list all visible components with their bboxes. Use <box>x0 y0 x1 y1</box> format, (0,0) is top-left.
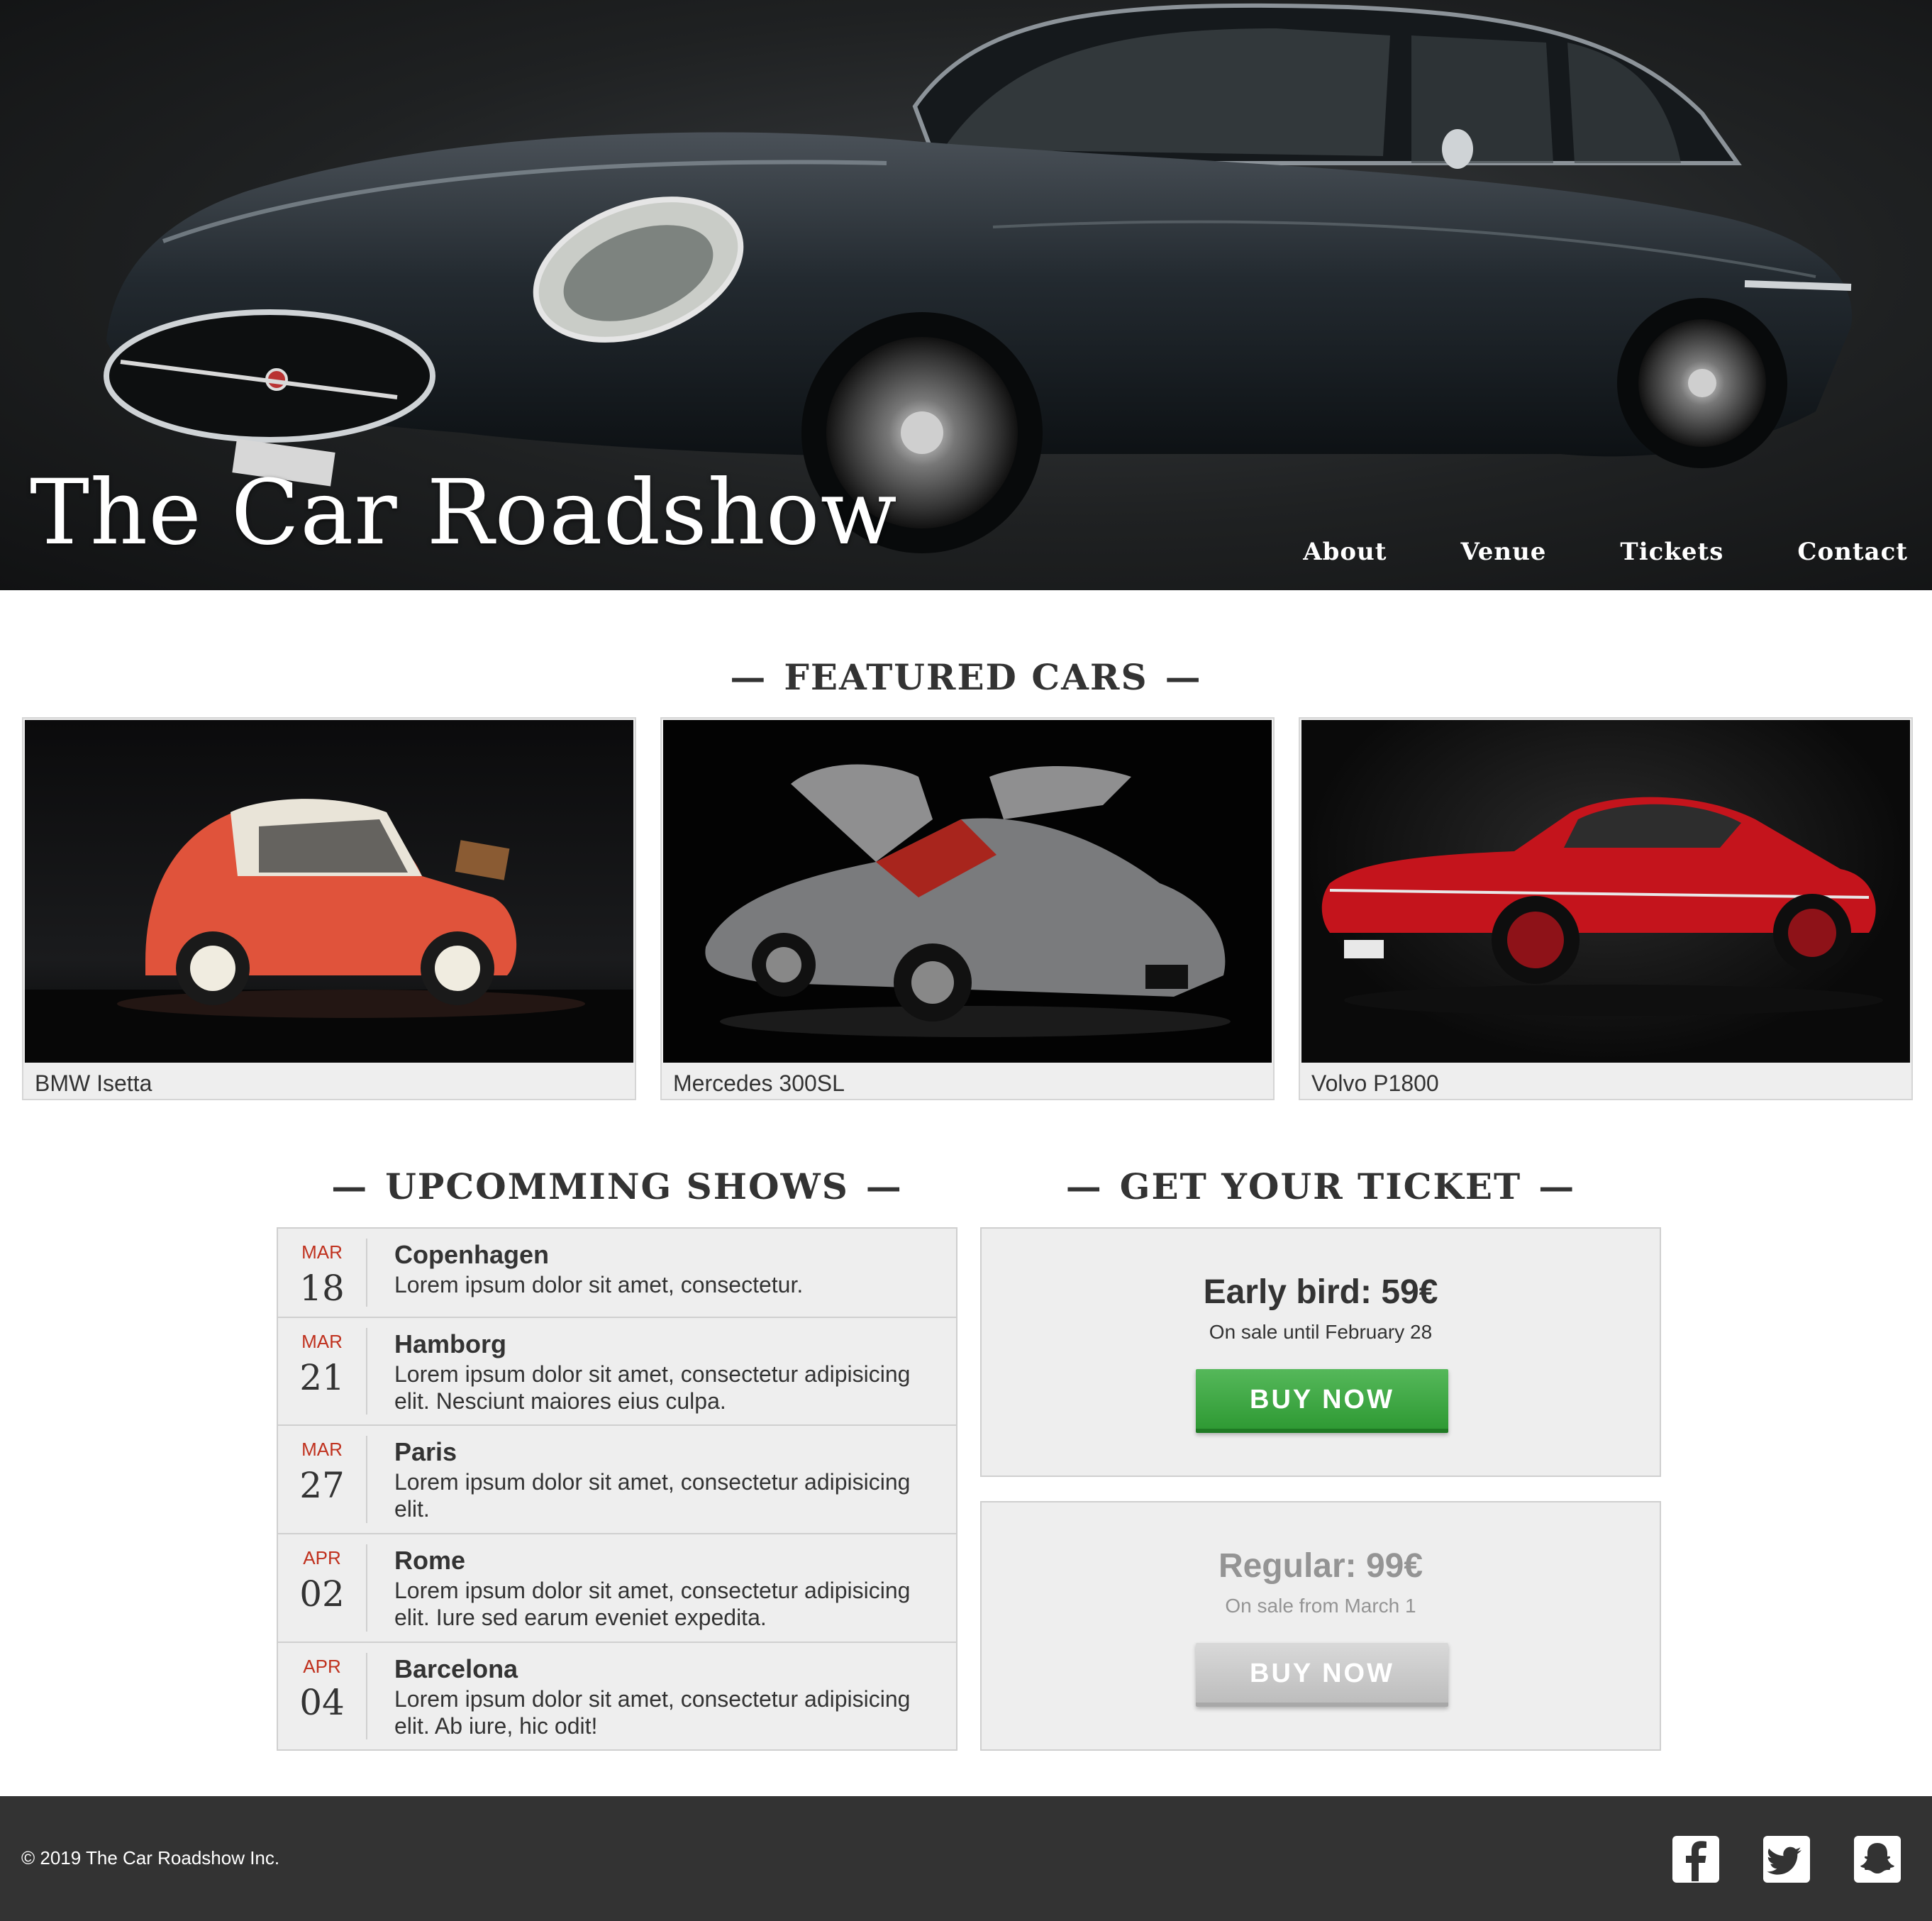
show-description: Lorem ipsum dolor sit amet, consectetur … <box>394 1361 911 1414</box>
show-description: Lorem ipsum dolor sit amet, consectetur … <box>394 1578 911 1630</box>
show-day: 02 <box>299 1573 345 1615</box>
show-month: MAR <box>301 1331 343 1352</box>
nav-tickets[interactable]: Tickets <box>1620 538 1723 566</box>
nav-contact[interactable]: Contact <box>1797 538 1908 566</box>
snapchat-icon[interactable] <box>1854 1836 1901 1883</box>
car-name: Volvo P1800 <box>1311 1070 1439 1096</box>
featured-heading: — FEATURED CARS — <box>730 656 1202 698</box>
show-row[interactable]: MAR 18 Copenhagen Lorem ipsum dolor sit … <box>278 1229 956 1318</box>
main-nav: About Venue Tickets Contact <box>1229 538 1908 566</box>
car-name: Mercedes 300SL <box>673 1070 845 1096</box>
show-day: 27 <box>299 1465 345 1506</box>
footer: © 2019 The Car Roadshow Inc. <box>0 1796 1932 1921</box>
show-row[interactable]: APR 02 Rome Lorem ipsum dolor sit amet, … <box>278 1534 956 1643</box>
show-month: APR <box>303 1656 341 1677</box>
ticket-title: Regular: 99€ <box>1218 1547 1423 1585</box>
show-date: APR 02 <box>278 1544 367 1632</box>
show-date: MAR 21 <box>278 1328 367 1415</box>
nav-about[interactable]: About <box>1303 538 1387 566</box>
twitter-icon[interactable] <box>1763 1836 1810 1883</box>
shows-heading: — UPCOMMING SHOWS — <box>331 1166 903 1207</box>
ticket-title: Early bird: 59€ <box>1203 1273 1438 1311</box>
show-day: 21 <box>299 1357 345 1398</box>
car-photo-mercedes <box>663 720 1272 1063</box>
buy-now-button[interactable]: BUY NOW <box>1196 1369 1448 1433</box>
show-row[interactable]: APR 04 Barcelona Lorem ipsum dolor sit a… <box>278 1643 956 1749</box>
buy-now-button-disabled[interactable]: BUY NOW <box>1196 1643 1448 1707</box>
copyright-text: © 2019 The Car Roadshow Inc. <box>21 1847 280 1869</box>
show-row[interactable]: MAR 27 Paris Lorem ipsum dolor sit amet,… <box>278 1426 956 1534</box>
show-day: 04 <box>299 1682 345 1723</box>
ticket-subtitle: On sale from March 1 <box>1225 1595 1416 1617</box>
ticket-regular: Regular: 99€ On sale from March 1 BUY NO… <box>980 1501 1661 1751</box>
show-city: Copenhagen <box>394 1240 550 1269</box>
show-month: APR <box>303 1547 341 1568</box>
car-card-mercedes[interactable]: Mercedes 300SL <box>660 717 1275 1100</box>
hero-banner: The Car Roadshow About Venue Tickets Con… <box>0 0 1932 590</box>
ticket-early-bird: Early bird: 59€ On sale until February 2… <box>980 1227 1661 1477</box>
car-card-isetta[interactable]: BMW Isetta <box>22 717 636 1100</box>
show-city: Barcelona <box>394 1654 518 1683</box>
show-city: Paris <box>394 1437 457 1466</box>
show-date: MAR 18 <box>278 1239 367 1309</box>
show-description: Lorem ipsum dolor sit amet, consectetur … <box>394 1686 911 1739</box>
show-row[interactable]: MAR 21 Hamborg Lorem ipsum dolor sit ame… <box>278 1318 956 1426</box>
ticket-subtitle: On sale until February 28 <box>1209 1321 1433 1343</box>
facebook-icon[interactable] <box>1672 1836 1719 1883</box>
show-city: Rome <box>394 1546 466 1575</box>
show-date: APR 04 <box>278 1653 367 1739</box>
shows-list: MAR 18 Copenhagen Lorem ipsum dolor sit … <box>277 1227 957 1751</box>
car-card-volvo[interactable]: Volvo P1800 <box>1299 717 1913 1100</box>
nav-venue[interactable]: Venue <box>1460 538 1546 566</box>
show-description: Lorem ipsum dolor sit amet, consectetur … <box>394 1469 911 1522</box>
car-photo-isetta <box>25 720 633 1063</box>
site-title: The Car Roadshow <box>30 460 898 565</box>
show-month: MAR <box>301 1439 343 1460</box>
show-month: MAR <box>301 1241 343 1263</box>
show-date: MAR 27 <box>278 1436 367 1523</box>
show-city: Hamborg <box>394 1329 507 1358</box>
car-photo-volvo <box>1301 720 1910 1063</box>
tickets-heading: — GET YOUR TICKET — <box>1065 1166 1576 1207</box>
show-day: 18 <box>299 1268 345 1309</box>
show-description: Lorem ipsum dolor sit amet, consectetur. <box>394 1272 804 1297</box>
car-name: BMW Isetta <box>35 1070 152 1096</box>
